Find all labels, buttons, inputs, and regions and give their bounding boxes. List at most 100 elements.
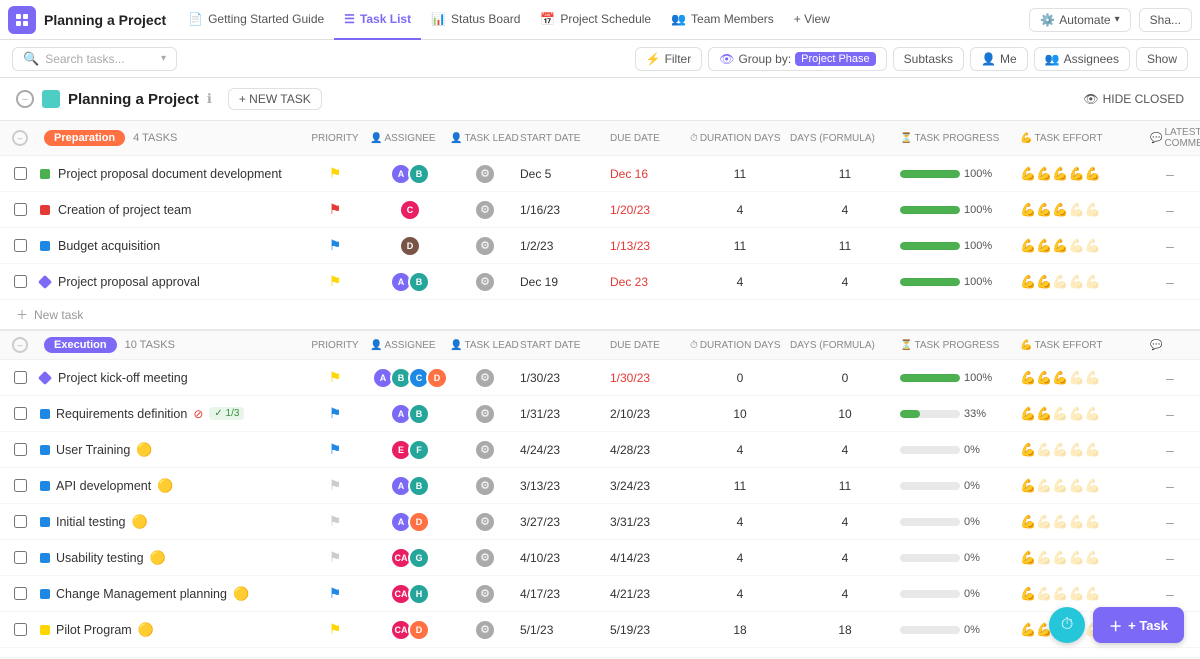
collapse-circle[interactable]: – — [16, 90, 34, 108]
new-task-row[interactable]: ＋ New task — [0, 300, 1200, 329]
task-name[interactable]: Usability testing — [56, 551, 144, 565]
schedule-icon: 📅 — [540, 12, 555, 26]
task-color-dot — [40, 169, 50, 179]
table-row: Project kick-off meeting ⚑ A B C D ⚙ 1/3… — [0, 360, 1200, 396]
tab-task-list[interactable]: ☰ Task List — [334, 0, 421, 40]
priority-flag[interactable]: ⚑ — [329, 405, 342, 422]
task-name[interactable]: Pilot Program — [56, 623, 132, 637]
task-name[interactable]: Requirements definition — [56, 407, 187, 421]
info-icon[interactable]: ℹ — [207, 91, 212, 107]
task-checkbox[interactable] — [14, 623, 27, 636]
assignees-icon: 👥 — [1045, 52, 1060, 66]
priority-flag[interactable]: ⚑ — [329, 237, 342, 254]
task-checkbox[interactable] — [14, 371, 27, 384]
priority-flag[interactable]: ⚑ — [329, 369, 342, 386]
task-name[interactable]: Project proposal approval — [58, 275, 200, 289]
days-formula: 11 — [790, 167, 900, 181]
priority-flag[interactable]: ⚑ — [329, 165, 342, 182]
search-box[interactable]: 🔍 Search tasks... ▾ — [12, 47, 177, 71]
col-task-effort: 💪TASK EFFORT — [1020, 133, 1150, 144]
start-date: 1/16/23 — [520, 203, 610, 217]
tab-team-members[interactable]: 👥 Team Members — [661, 0, 784, 40]
show-button[interactable]: Show — [1136, 47, 1188, 71]
eye-icon: 👁 — [1083, 92, 1098, 106]
assignee-group: A B — [390, 271, 430, 293]
start-date: 1/2/23 — [520, 239, 610, 253]
start-date: Dec 19 — [520, 275, 610, 289]
subtask-badge[interactable]: ✓ 1/3 — [209, 407, 244, 420]
task-checkbox[interactable] — [14, 167, 27, 180]
tab-status-board[interactable]: 📊 Status Board — [421, 0, 530, 40]
task-checkbox[interactable] — [14, 275, 27, 288]
timer-button[interactable]: ⏱ — [1049, 607, 1085, 643]
share-button[interactable]: Sha... — [1139, 8, 1192, 32]
task-name[interactable]: Initial testing — [56, 515, 125, 529]
priority-flag[interactable]: ⚑ — [329, 201, 342, 218]
app-logo[interactable] — [8, 6, 36, 34]
nav-tabs: 📄 Getting Started Guide ☰ Task List 📊 St… — [178, 0, 1025, 40]
task-checkbox[interactable] — [14, 203, 27, 216]
task-checkbox[interactable] — [14, 479, 27, 492]
table-row: Initial testing 🟡 ⚑ A D ⚙ 3/27/23 3/31/2… — [0, 504, 1200, 540]
error-icon: ⊘ — [193, 407, 203, 421]
automate-button[interactable]: ⚙️ Automate ▾ — [1029, 8, 1130, 32]
section-collapse-exec[interactable]: – — [0, 337, 40, 353]
group-by-button[interactable]: 👁 Group by: Project Phase — [708, 47, 886, 71]
new-task-button[interactable]: + NEW TASK — [228, 88, 322, 110]
table-row: Project proposal document development ⚑ … — [0, 156, 1200, 192]
tab-project-schedule[interactable]: 📅 Project Schedule — [530, 0, 661, 40]
col-due-exec: DUE DATE — [610, 340, 690, 351]
section-header-preparation: – Preparation 4 TASKS PRIORITY 👤ASSIGNEE… — [0, 121, 1200, 156]
preparation-badge: Preparation — [44, 130, 125, 146]
col-latest-comment: 💬LATEST COMMENT — [1150, 127, 1190, 149]
days-formula: 4 — [790, 203, 900, 217]
assignee-group: A B — [390, 163, 430, 185]
priority-flag[interactable]: ⚑ — [329, 273, 342, 290]
effort-cell: 💪💪💪💪💪 — [1020, 166, 1150, 182]
project-header: – Planning a Project ℹ + NEW TASK 👁 HIDE… — [0, 78, 1200, 121]
task-checkbox[interactable] — [14, 443, 27, 456]
page-title: Planning a Project — [68, 91, 199, 108]
latest-comment: – — [1150, 166, 1190, 182]
subtasks-button[interactable]: Subtasks — [893, 47, 964, 71]
task-checkbox[interactable] — [14, 515, 27, 528]
prep-task-count: 4 TASKS — [133, 132, 177, 144]
filter-icon: ⚡ — [646, 52, 661, 66]
col-priority-exec: PRIORITY — [300, 340, 370, 351]
task-name[interactable]: Change Management planning — [56, 587, 227, 601]
team-icon: 👥 — [671, 12, 686, 26]
task-checkbox[interactable] — [14, 587, 27, 600]
table-row: Budget acquisition ⚑ D ⚙ 1/2/23 1/13/23 … — [0, 228, 1200, 264]
task-checkbox[interactable] — [14, 239, 27, 252]
me-button[interactable]: 👤 Me — [970, 47, 1028, 71]
task-name[interactable]: Project kick-off meeting — [58, 371, 188, 385]
search-icon: 🔍 — [23, 51, 39, 67]
task-name[interactable]: Project proposal document development — [58, 167, 282, 181]
col-task-progress: ⏳TASK PROGRESS — [900, 133, 1020, 144]
tab-view-add[interactable]: + View — [784, 0, 840, 40]
execution-badge: Execution — [44, 337, 117, 353]
task-name[interactable]: API development — [56, 479, 151, 493]
task-name[interactable]: Budget acquisition — [58, 239, 160, 253]
add-task-button[interactable]: ＋ + Task — [1093, 607, 1184, 643]
hide-closed-button[interactable]: 👁 HIDE CLOSED — [1083, 92, 1184, 106]
assignees-button[interactable]: 👥 Assignees — [1034, 47, 1130, 71]
col-task-lead: 👤TASK LEAD — [450, 133, 520, 144]
automate-icon: ⚙️ — [1040, 13, 1055, 27]
task-name[interactable]: Creation of project team — [58, 203, 191, 217]
tab-getting-started[interactable]: 📄 Getting Started Guide — [178, 0, 334, 40]
task-color-dot — [40, 241, 50, 251]
task-checkbox[interactable] — [14, 551, 27, 564]
task-name[interactable]: User Training — [56, 443, 130, 457]
task-checkbox[interactable] — [14, 407, 27, 420]
doc-icon: 📄 — [188, 12, 203, 26]
filter-button[interactable]: ⚡ Filter — [635, 47, 703, 71]
task-lead-avatar: ⚙ — [474, 199, 496, 221]
task-color-dot — [38, 370, 52, 384]
toolbar-right: ⚡ Filter 👁 Group by: Project Phase Subta… — [635, 47, 1188, 71]
task-lead-avatar: ⚙ — [474, 163, 496, 185]
duration: 4 — [690, 203, 790, 217]
section-preparation: – Preparation 4 TASKS PRIORITY 👤ASSIGNEE… — [0, 121, 1200, 329]
section-collapse-prep[interactable]: – — [0, 130, 40, 146]
table-row: Database development 🟡 ⚑ CA I ⚙ 2/27/23 … — [0, 648, 1200, 657]
